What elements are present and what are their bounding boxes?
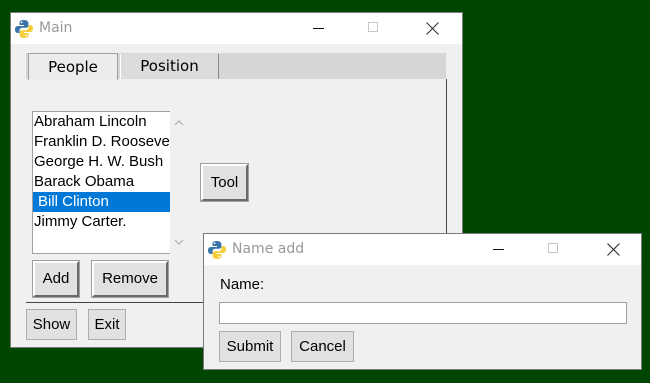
name-add-window-title: Name add bbox=[232, 241, 305, 257]
exit-button[interactable]: Exit bbox=[88, 309, 126, 340]
name-add-window: Name add Name: Submit Cancel bbox=[204, 234, 641, 369]
tab-people[interactable]: People bbox=[28, 53, 118, 80]
list-item[interactable]: George H. W. Bush bbox=[33, 152, 170, 172]
list-item[interactable]: Abraham Lincoln bbox=[33, 112, 170, 132]
close-icon[interactable] bbox=[590, 234, 636, 265]
name-add-titlebar[interactable]: Name add bbox=[204, 234, 641, 265]
close-icon[interactable] bbox=[409, 13, 455, 44]
minimize-icon[interactable] bbox=[475, 234, 521, 265]
people-listbox[interactable]: Abraham Lincoln Franklin D. Roosevelt Ge… bbox=[32, 111, 170, 254]
scroll-down-icon[interactable] bbox=[174, 238, 184, 246]
tab-position[interactable]: Position bbox=[120, 54, 219, 79]
scroll-up-icon[interactable] bbox=[174, 119, 184, 127]
add-button[interactable]: Add bbox=[33, 261, 79, 297]
list-item[interactable]: Franklin D. Roosevelt bbox=[33, 132, 170, 152]
list-item[interactable]: Jimmy Carter. bbox=[33, 212, 170, 232]
minimize-icon[interactable] bbox=[295, 13, 341, 44]
remove-button[interactable]: Remove bbox=[92, 261, 168, 297]
maximize-icon[interactable] bbox=[530, 234, 576, 265]
name-input[interactable] bbox=[219, 302, 627, 324]
main-titlebar[interactable]: Main bbox=[11, 13, 462, 44]
cancel-button[interactable]: Cancel bbox=[291, 331, 354, 362]
list-item[interactable]: Barack Obama bbox=[33, 172, 170, 192]
submit-button[interactable]: Submit bbox=[219, 331, 281, 362]
python-icon bbox=[208, 241, 226, 259]
name-label: Name: bbox=[220, 276, 265, 293]
tool-button[interactable]: Tool bbox=[201, 164, 248, 201]
show-button[interactable]: Show bbox=[26, 309, 77, 340]
python-icon bbox=[15, 20, 33, 38]
list-item-selected[interactable]: Bill Clinton bbox=[33, 192, 170, 212]
main-window-title: Main bbox=[39, 20, 73, 36]
maximize-icon[interactable] bbox=[350, 13, 396, 44]
